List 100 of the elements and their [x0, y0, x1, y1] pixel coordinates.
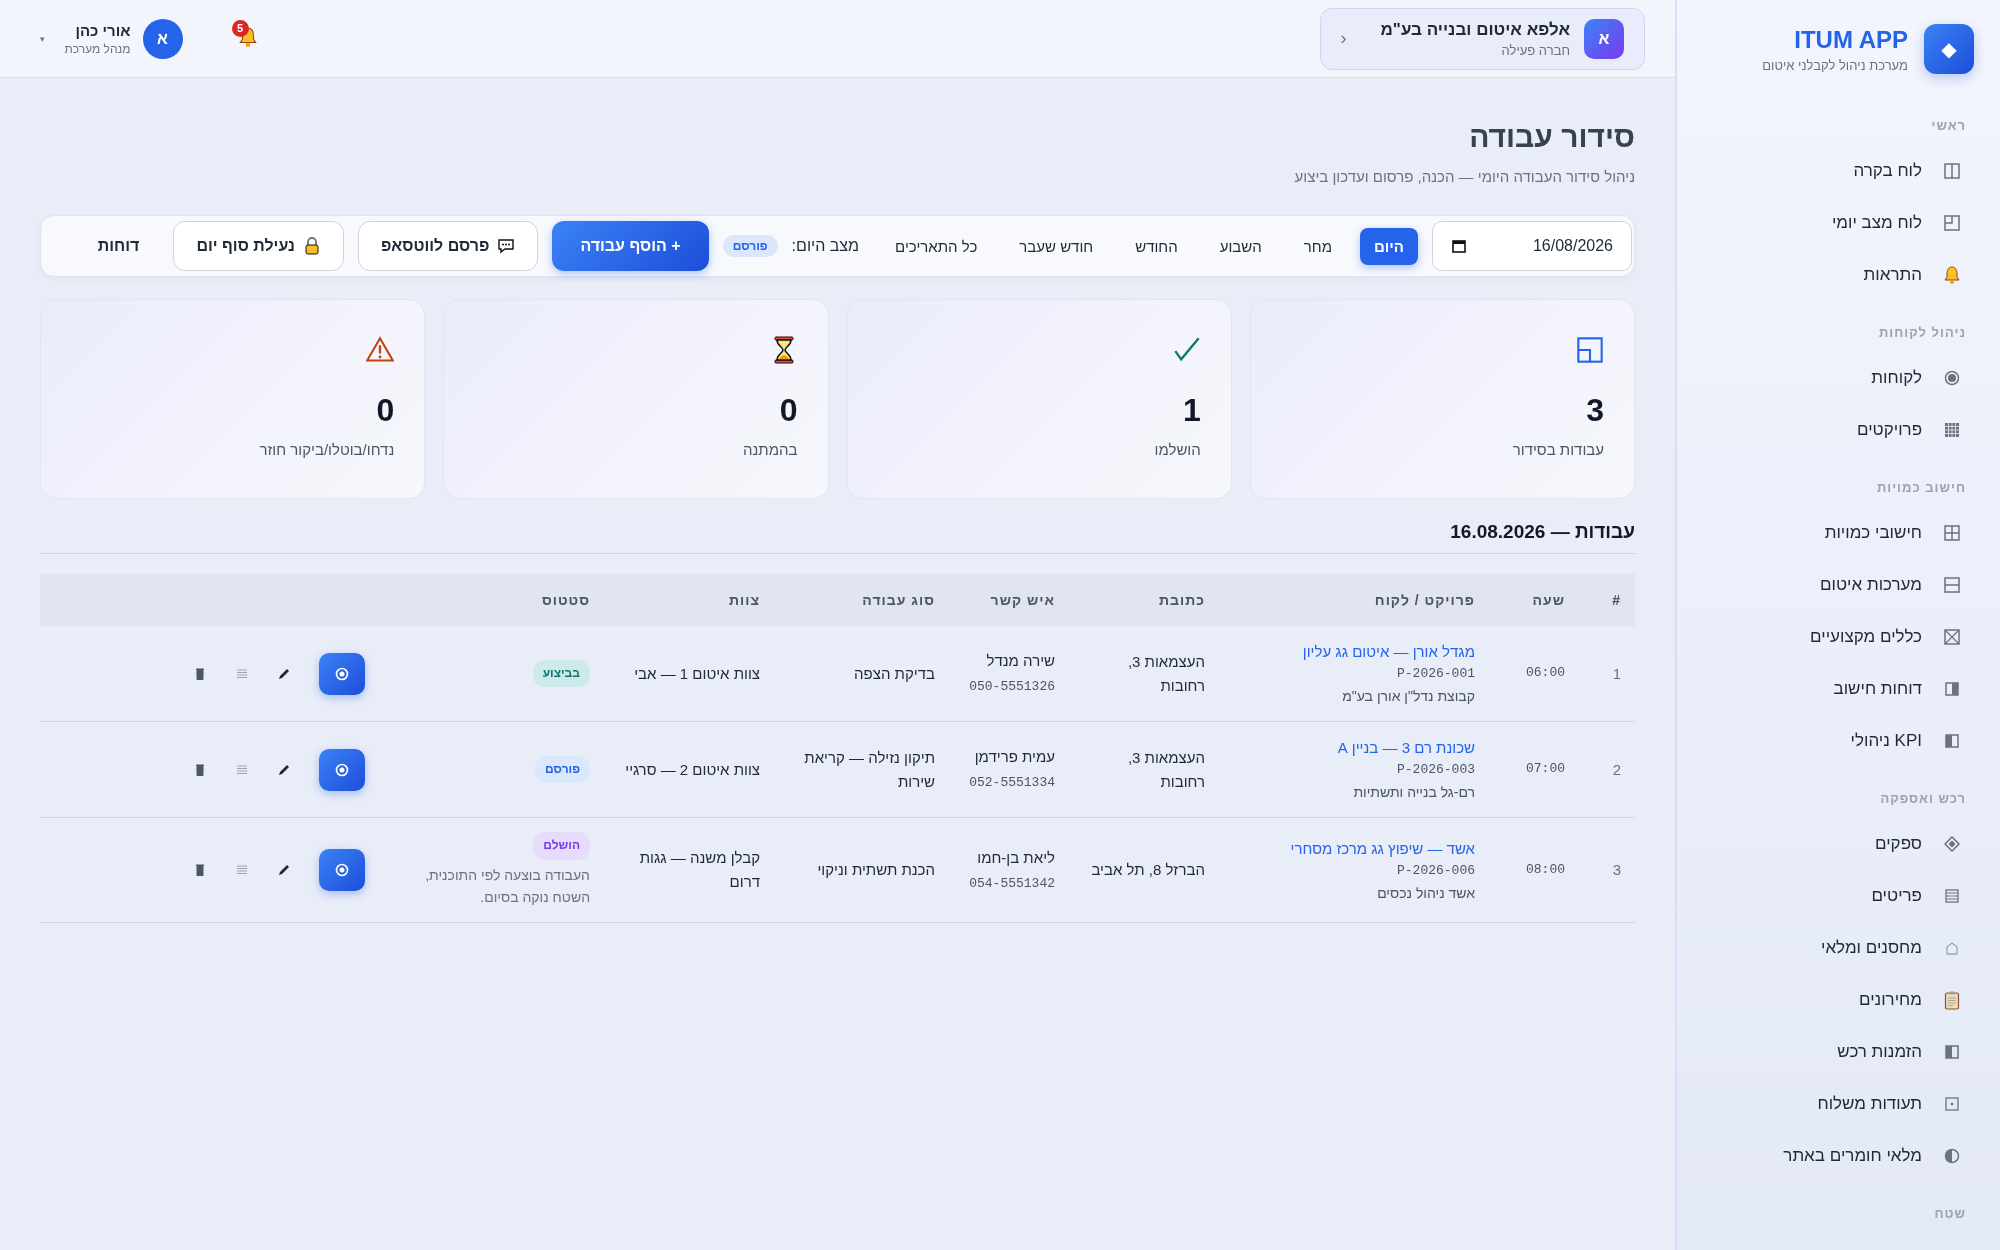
- date-filter-tab[interactable]: היום: [1360, 227, 1418, 265]
- trash-icon[interactable]: [193, 863, 207, 878]
- warning-icon: [366, 336, 395, 364]
- column-header: שעה: [1489, 574, 1579, 626]
- nav-item[interactable]: לקוחות: [1697, 352, 1974, 404]
- chat-icon: [497, 237, 516, 255]
- pencil-icon[interactable]: [277, 666, 291, 681]
- calendar-icon: [1451, 238, 1467, 254]
- column-header: סוג עבודה: [774, 574, 949, 626]
- table-cell: 08:00: [1489, 817, 1579, 923]
- clipboard-icon: [1942, 990, 1962, 1010]
- user-avatar[interactable]: א: [142, 18, 183, 59]
- view-button[interactable]: [319, 748, 365, 791]
- project-link[interactable]: אשד — שיפוץ גג מרכז מסחרי: [1290, 836, 1475, 861]
- company-role: חברה פעילה: [1500, 42, 1570, 58]
- table-cell: צוות איטום 2 — סרגיי: [604, 721, 774, 818]
- reports-button[interactable]: דוחות: [77, 221, 160, 271]
- nav-section-title: רכש ואספקה: [1879, 791, 1966, 806]
- nav-item[interactable]: KPI ניהולי: [1697, 715, 1974, 767]
- company-switcher[interactable]: א אלפא איטום ובנייה בע"מ חברה פעילה ‹: [1319, 7, 1645, 70]
- nav-item[interactable]: תעודות משלוח: [1697, 1078, 1974, 1130]
- view-button[interactable]: [319, 849, 365, 892]
- app-logo: ◆: [1924, 24, 1974, 74]
- date-field[interactable]: 16/08/2026: [1432, 221, 1632, 271]
- date-filter-tab[interactable]: השבוע: [1205, 227, 1276, 265]
- nav-item[interactable]: הזמנות רכש: [1697, 1026, 1974, 1078]
- status-badge: בביצוע: [532, 660, 590, 688]
- contact-name: ליאת בן-חמו: [977, 848, 1055, 866]
- status-note: העבודה בוצעה לפי התוכנית, השטח נוקה בסיום.: [424, 865, 590, 907]
- app-title: ITUM APP: [1793, 25, 1908, 54]
- table-cell: הכנת תשתית וניקוי: [774, 817, 949, 923]
- half-circle-icon: [1942, 1146, 1962, 1166]
- nav-item[interactable]: כללים מקצועיים: [1697, 611, 1974, 663]
- lock-icon: [302, 237, 321, 255]
- company-avatar: א: [1584, 18, 1624, 59]
- contact-phone: 054-5551342: [969, 875, 1055, 891]
- chevron-icon: ‹: [1340, 28, 1347, 49]
- nav-item[interactable]: מלאי חומרים באתר: [1697, 1130, 1974, 1182]
- pencil-icon[interactable]: [277, 762, 291, 777]
- nav-item[interactable]: מחירונים: [1697, 974, 1974, 1026]
- date-filter-tab[interactable]: כל התאריכים: [881, 227, 992, 265]
- target-icon: [335, 762, 349, 777]
- table-cell: העצמאות 3, רחובות: [1069, 721, 1219, 818]
- status-badge: פורסם: [535, 756, 590, 784]
- half-square-icon: [1942, 679, 1962, 699]
- add-job-button[interactable]: + הוסף עבודה: [552, 221, 709, 271]
- whatsapp-publish-button[interactable]: פרסם לווטסאפ: [357, 221, 539, 271]
- pencil-icon[interactable]: [277, 863, 291, 878]
- nav-item[interactable]: לוח מצב יומי: [1697, 197, 1974, 249]
- stat-label: הושלמו: [1154, 441, 1201, 458]
- column-header: פרויקט / לקוח: [1219, 574, 1489, 626]
- status-badge: הושלם: [533, 832, 590, 860]
- nav-item[interactable]: לוח בקרה: [1697, 145, 1974, 197]
- table-cell: העצמאות 3, רחובות: [1069, 626, 1219, 722]
- nav-item[interactable]: פרויקטים: [1697, 404, 1974, 456]
- table-cell: 07:00: [1489, 721, 1579, 818]
- user-role: מנהל מערכת: [64, 41, 131, 56]
- table-cell: 06:00: [1489, 626, 1579, 722]
- column-header: #: [1579, 574, 1635, 626]
- radio-icon: [1942, 368, 1962, 388]
- stat-label: בהמתנה: [743, 441, 798, 458]
- column-header: איש קשר: [949, 574, 1069, 626]
- nav-item[interactable]: התראות: [1697, 249, 1974, 301]
- nav-item[interactable]: פריטים: [1697, 870, 1974, 922]
- nav-item[interactable]: חישובי כמויות: [1697, 507, 1974, 559]
- date-filter-tab[interactable]: החודש: [1121, 227, 1192, 265]
- table-cell: בדיקת הצפה: [774, 626, 949, 722]
- nav-section-title: ניהול לקוחות: [1877, 325, 1966, 340]
- date-filter-tab[interactable]: מחר: [1289, 227, 1346, 265]
- panel-icon: [1942, 161, 1962, 181]
- table-cell: 2: [1579, 721, 1635, 818]
- trash-icon[interactable]: [193, 666, 207, 681]
- trash-icon[interactable]: [193, 762, 207, 777]
- nav-item[interactable]: דוחות חישוב: [1697, 663, 1974, 715]
- app-subtitle: מערכת ניהול לקבלני איטום: [1762, 57, 1908, 73]
- nav-item[interactable]: מחסנים ומלאי: [1697, 922, 1974, 974]
- date-filter-tab[interactable]: חודש שעבר: [1005, 227, 1108, 265]
- project-code: P-2026-001: [1397, 665, 1475, 683]
- nav-item[interactable]: ספקים: [1697, 818, 1974, 870]
- project-link[interactable]: מגדל אורן — איטום גג עליון: [1302, 640, 1475, 664]
- column-header: סטטוס: [389, 574, 604, 626]
- square-icon: [1942, 213, 1962, 233]
- stat-value: 1: [1182, 392, 1201, 429]
- view-button[interactable]: [319, 652, 365, 695]
- day-status-badge: פורסם: [722, 235, 778, 257]
- nav-section-title: ראשי: [1930, 118, 1966, 133]
- target-icon: [335, 863, 349, 878]
- nav-item[interactable]: מערכות איטום: [1697, 559, 1974, 611]
- stat-label: נדחו/בוטלו/ביקור חוזר: [259, 441, 395, 458]
- square-icon: [1576, 336, 1604, 364]
- day-status-label: מצב היום:: [791, 237, 860, 255]
- project-link[interactable]: שכונת רם 3 — בניין A: [1337, 736, 1475, 761]
- diamond-icon: [1942, 834, 1962, 854]
- half-square-icon: [1942, 1042, 1962, 1062]
- caret-icon[interactable]: ▾: [40, 33, 45, 44]
- grid-icon: [1942, 420, 1962, 440]
- lock-day-button[interactable]: נעילת סוף יום: [173, 221, 344, 271]
- notification-count: 5: [231, 19, 249, 37]
- list-icon: [1942, 886, 1962, 906]
- company-name: אלפא איטום ובנייה בע"מ: [1380, 19, 1570, 39]
